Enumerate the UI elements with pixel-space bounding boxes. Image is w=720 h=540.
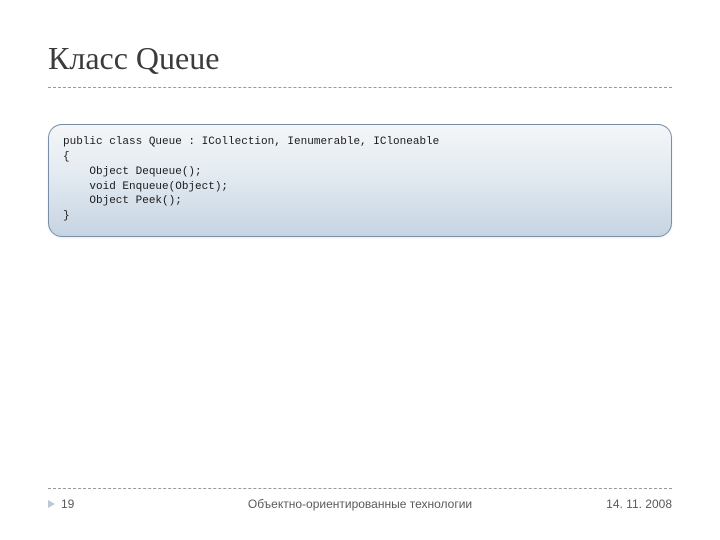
code-block: public class Queue : ICollection, Ienume… (48, 124, 672, 237)
footer-inner: 19 Объектно-ориентированные технологии 1… (48, 497, 672, 511)
code-line: { (63, 150, 657, 165)
code-line: void Enqueue(Object); (63, 180, 657, 195)
code-line: Object Dequeue(); (63, 165, 657, 180)
footer: 19 Объектно-ориентированные технологии 1… (48, 488, 672, 516)
code-line: } (63, 209, 657, 224)
slide: Класс Queue public class Queue : ICollec… (0, 0, 720, 540)
page-title: Класс Queue (48, 40, 672, 88)
code-line: public class Queue : ICollection, Ienume… (63, 135, 657, 150)
code-line: Object Peek(); (63, 194, 657, 209)
footer-subtitle: Объектно-ориентированные технологии (48, 497, 672, 511)
